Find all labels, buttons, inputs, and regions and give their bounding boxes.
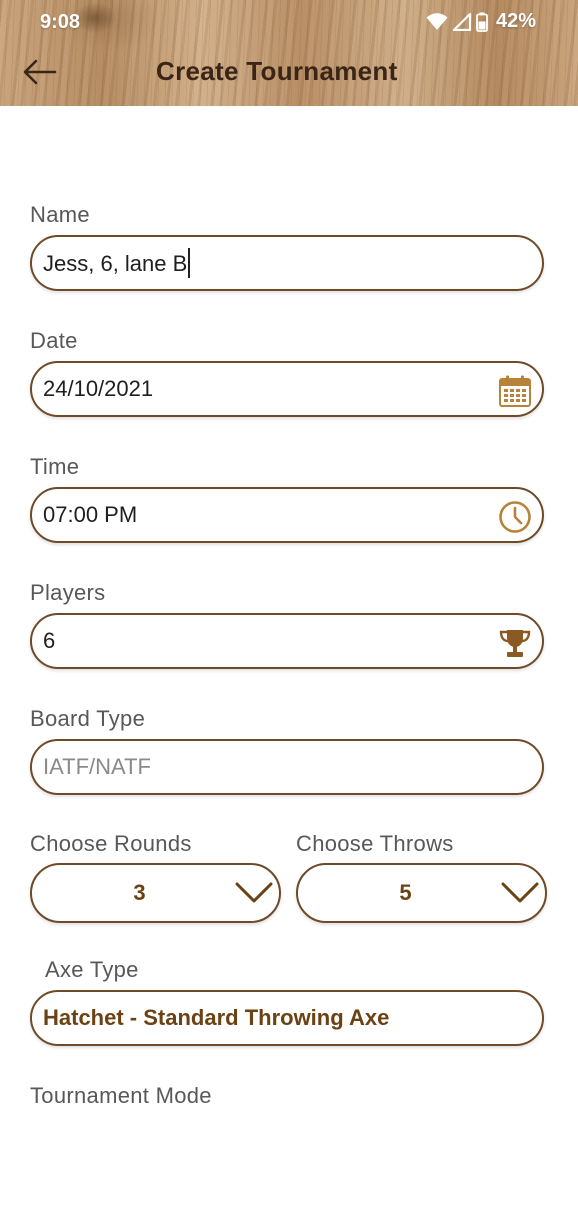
board-type-label: Board Type: [30, 706, 146, 731]
clock-icon[interactable]: [498, 500, 532, 534]
name-value-text: Jess, 6, lane B: [43, 250, 188, 276]
throws-label: Choose Throws: [296, 831, 454, 856]
rounds-dropdown[interactable]: 3: [30, 863, 281, 923]
board-type-placeholder: IATF/NATF: [43, 754, 151, 779]
page-title: Create Tournament: [156, 56, 398, 86]
time-label: Time: [30, 454, 80, 479]
throws-dropdown[interactable]: 5: [296, 863, 547, 923]
app-header: 9:08 42% Create Tournament: [0, 0, 578, 106]
chevron-down-icon: [501, 882, 539, 903]
board-type-field[interactable]: IATF/NATF: [30, 739, 544, 795]
signal-icon: [452, 12, 472, 31]
status-time: 9:08: [40, 11, 81, 33]
battery-icon: [476, 12, 488, 32]
status-bar: 9:08 42%: [0, 0, 578, 46]
players-label: Players: [30, 580, 106, 605]
throws-value: 5: [399, 880, 412, 905]
back-arrow-icon[interactable]: [22, 56, 58, 88]
time-value: 07:00 PM: [43, 502, 138, 527]
text-caret: [188, 248, 191, 278]
axe-type-label: Axe Type: [45, 957, 139, 982]
trophy-icon: [499, 630, 531, 657]
time-field[interactable]: 07:00 PM: [30, 487, 544, 543]
chevron-down-icon: [235, 882, 273, 903]
wifi-icon: [426, 12, 448, 30]
tournament-mode-label: Tournament Mode: [30, 1083, 212, 1108]
players-value: 6: [43, 628, 56, 653]
status-icons: 42%: [426, 10, 536, 33]
date-value: 24/10/2021: [43, 376, 154, 401]
date-field[interactable]: 24/10/2021: [30, 361, 544, 417]
rounds-label: Choose Rounds: [30, 831, 192, 856]
calendar-icon[interactable]: [498, 374, 532, 408]
players-field[interactable]: 6: [30, 613, 544, 669]
rounds-value: 3: [133, 880, 146, 905]
battery-percent: 42%: [495, 10, 536, 32]
name-field[interactable]: Jess, 6, lane B: [30, 235, 544, 291]
date-label: Date: [30, 328, 78, 353]
name-field-value: Jess, 6, lane B: [43, 248, 191, 280]
axe-type-field[interactable]: Hatchet - Standard Throwing Axe: [30, 990, 544, 1046]
name-label: Name: [30, 202, 90, 227]
axe-type-value: Hatchet - Standard Throwing Axe: [43, 1005, 390, 1030]
